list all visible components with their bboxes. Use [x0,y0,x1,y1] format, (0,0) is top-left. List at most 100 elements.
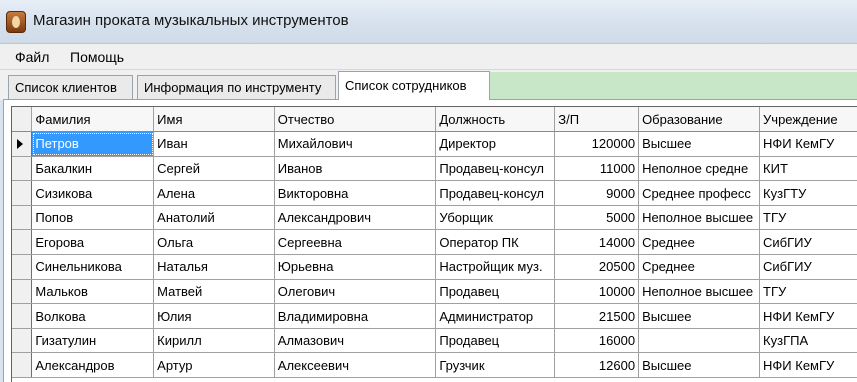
row-header[interactable] [12,303,33,329]
row-header[interactable] [12,328,33,354]
cell-institution[interactable]: КузГТУ [759,180,857,206]
cell-salary[interactable]: 9000 [554,180,640,206]
cell-salary[interactable]: 10000 [554,279,640,305]
cell-last-name[interactable]: Александров [31,352,155,379]
cell-first-name[interactable]: Сергей [153,156,275,182]
cell-position[interactable]: Уборщик [435,205,556,231]
cell-education[interactable]: Высшее [638,303,761,329]
cell-last-name[interactable]: Волкова [31,303,155,329]
row-header[interactable] [12,205,33,231]
cell-last-name[interactable]: Сизикова [31,180,155,206]
cell-patronymic[interactable]: Иванов [274,156,437,182]
cell-education[interactable]: Неполное высшее [638,279,761,305]
cell-first-name[interactable]: Анатолий [153,205,275,231]
cell-position[interactable]: Продавец [435,328,556,354]
table-row[interactable]: Волкова Юлия Владимировна Администратор … [12,303,857,329]
cell-salary[interactable]: 21500 [554,303,640,329]
cell-patronymic[interactable]: Михайлович [274,131,437,157]
cell-education[interactable]: Неполное высшее [638,205,761,231]
tab-instrument-info[interactable]: Информация по инструменту [137,75,336,99]
cell-first-name[interactable]: Ольга [153,229,275,256]
row-header[interactable] [12,352,33,379]
cell-education[interactable]: Среднее професс [638,180,761,206]
cell-first-name[interactable]: Юлия [153,303,275,329]
row-header[interactable] [12,254,33,280]
cell-first-name[interactable]: Наталья [153,254,275,280]
cell-position[interactable]: Продавец-консул [435,156,556,182]
row-header[interactable] [12,229,33,256]
table-row[interactable]: Петров Иван Михайлович Директор 120000 В… [12,131,857,157]
column-header-institution[interactable]: Учреждение [759,107,857,133]
row-header[interactable] [12,156,33,182]
cell-salary[interactable]: 5000 [554,205,640,231]
table-row[interactable]: Бакалкин Сергей Иванов Продавец-консул 1… [12,156,857,182]
column-header-last-name[interactable]: Фамилия [31,107,155,133]
cell-patronymic[interactable]: Владимировна [274,303,437,329]
cell-position[interactable]: Продавец [435,279,556,305]
cell-institution[interactable]: ТГУ [759,279,857,305]
cell-patronymic[interactable]: Алексеевич [274,352,437,379]
cell-institution[interactable]: СибГИУ [759,229,857,256]
row-header[interactable] [12,131,33,157]
cell-patronymic[interactable]: Сергеевна [274,229,437,256]
cell-position[interactable]: Администратор [435,303,556,329]
cell-education[interactable]: Неполное средне [638,156,761,182]
cell-education[interactable]: Высшее [638,352,761,379]
cell-institution[interactable]: НФИ КемГУ [759,131,857,157]
column-header-salary[interactable]: З/П [554,107,640,133]
cell-institution[interactable]: СибГИУ [759,254,857,280]
cell-education[interactable]: Высшее [638,131,761,157]
table-row[interactable]: Сизикова Алена Викторовна Продавец-консу… [12,180,857,206]
cell-salary[interactable]: 20500 [554,254,640,280]
table-row[interactable]: Мальков Матвей Олегович Продавец 10000 Н… [12,279,857,305]
cell-last-name[interactable]: Мальков [31,279,155,305]
table-row[interactable]: Попов Анатолий Александрович Уборщик 500… [12,205,857,231]
tab-clients[interactable]: Список клиентов [8,75,133,99]
cell-salary[interactable]: 14000 [554,229,640,256]
employees-grid[interactable]: Фамилия Имя Отчество Должность З/П Образ… [11,106,857,382]
cell-position[interactable]: Оператор ПК [435,229,556,256]
cell-patronymic[interactable]: Викторовна [274,180,437,206]
row-header[interactable] [12,279,33,305]
cell-institution[interactable]: КузГПА [759,328,857,354]
cell-patronymic[interactable]: Юрьевна [274,254,437,280]
menu-file[interactable]: Файл [15,49,49,65]
cell-patronymic[interactable]: Алмазович [274,328,437,354]
cell-first-name[interactable]: Матвей [153,279,275,305]
cell-last-name[interactable]: Синельникова [31,254,155,280]
cell-education[interactable]: Среднее [638,229,761,256]
cell-position[interactable]: Грузчик [435,352,556,379]
table-row[interactable]: Синельникова Наталья Юрьевна Настройщик … [12,254,857,280]
cell-position[interactable]: Настройщик муз. [435,254,556,280]
cell-patronymic[interactable]: Олегович [274,279,437,305]
title-bar[interactable]: Магазин проката музыкальных инструментов [0,0,857,44]
cell-first-name[interactable]: Артур [153,352,275,379]
cell-first-name[interactable]: Кирилл [153,328,275,354]
column-header-patronymic[interactable]: Отчество [274,107,437,133]
cell-institution[interactable]: ТГУ [759,205,857,231]
column-header-education[interactable]: Образование [638,107,761,133]
cell-institution[interactable]: КИТ [759,156,857,182]
cell-last-name[interactable]: Попов [31,205,155,231]
cell-education[interactable] [638,328,761,354]
cell-last-name[interactable]: Гизатулин [31,328,155,354]
corner-cell[interactable] [12,107,33,133]
cell-last-name[interactable]: Петров [31,131,155,157]
table-row[interactable]: Гизатулин Кирилл Алмазович Продавец 1600… [12,328,857,354]
cell-position[interactable]: Продавец-консул [435,180,556,206]
cell-patronymic[interactable]: Александрович [274,205,437,231]
cell-salary[interactable]: 11000 [554,156,640,182]
cell-salary[interactable]: 12600 [554,352,640,379]
cell-last-name[interactable]: Егорова [31,229,155,256]
column-header-position[interactable]: Должность [435,107,556,133]
table-row[interactable]: Егорова Ольга Сергеевна Оператор ПК 1400… [12,229,857,256]
menu-help[interactable]: Помощь [70,49,124,65]
tab-employees[interactable]: Список сотрудников [338,71,490,100]
cell-institution[interactable]: НФИ КемГУ [759,352,857,379]
table-row[interactable]: Александров Артур Алексеевич Грузчик 126… [12,352,857,379]
cell-first-name[interactable]: Иван [153,131,275,157]
cell-education[interactable]: Среднее [638,254,761,280]
cell-salary[interactable]: 120000 [554,131,640,157]
column-header-first-name[interactable]: Имя [153,107,275,133]
cell-first-name[interactable]: Алена [153,180,275,206]
